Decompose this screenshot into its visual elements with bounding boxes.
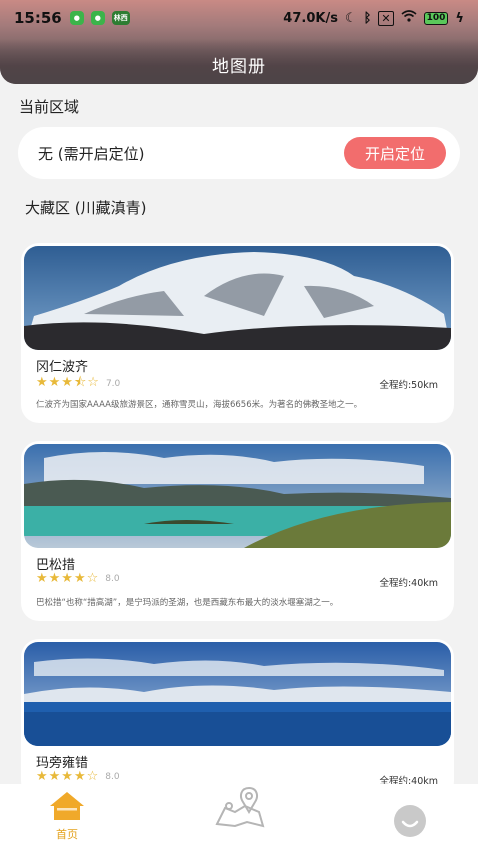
spot-image-mapangyongcuo[interactable] — [24, 642, 451, 746]
status-bar: 15:56 ● ● 林西 47.0K/s ☾ ᛒ ✕ 100 ϟ — [0, 0, 478, 36]
distance-text: 全程约:50km — [379, 380, 438, 391]
charging-icon: ϟ — [455, 10, 464, 26]
smile-face-icon — [394, 805, 426, 837]
sim-icon: ✕ — [378, 10, 394, 26]
spot-image-kailash[interactable] — [24, 246, 451, 350]
stars-icon: ★★★⯪☆ — [36, 375, 100, 390]
location-status-text: 无 (需开启定位) — [38, 144, 145, 163]
location-card: 无 (需开启定位) 开启定位 — [18, 127, 460, 179]
tab-me[interactable] — [393, 804, 427, 838]
spot-description: 巴松措“也称“措高湖”，是宁玛派的圣湖，也是西藏东布最大的淡水堰塞湖之一。 — [36, 598, 339, 608]
spot-image-basongcuo[interactable] — [24, 444, 451, 548]
star-rating: ★★★⯪☆ 7.0 — [36, 373, 120, 395]
network-speed: 47.0K/s — [283, 10, 338, 26]
rating-value: 8.0 — [105, 771, 120, 782]
spot-card[interactable]: 冈仁波齐 ★★★⯪☆ 7.0 全程约:50km 仁波齐为国家AAAA级旅游景区，… — [21, 243, 454, 423]
home-icon — [50, 792, 84, 820]
map-pin-icon — [215, 786, 265, 828]
status-time: 15:56 — [14, 9, 62, 27]
status-right: 47.0K/s ☾ ᛒ ✕ 100 ϟ — [283, 10, 464, 26]
region-heading: 大藏区 (川藏滇青) — [25, 199, 147, 217]
moon-icon: ☾ — [344, 10, 357, 26]
star-rating: ★★★★☆ 8.0 — [36, 769, 120, 784]
current-area-heading: 当前区域 — [19, 98, 80, 116]
star-rating: ★★★★☆ 8.0 — [36, 571, 120, 586]
tab-home-label: 首页 — [56, 828, 78, 841]
app-notification-icon: 林西 — [111, 11, 130, 25]
wifi-icon — [401, 10, 417, 26]
message-notification-icon: ● — [90, 11, 105, 25]
bluetooth-icon: ᛒ — [363, 10, 372, 26]
distance-text: 全程约:40km — [379, 578, 438, 589]
battery-icon: 100 — [423, 11, 449, 25]
rating-value: 7.0 — [105, 379, 121, 389]
stars-icon: ★★★★☆ — [36, 571, 100, 586]
page-title: 地图册 — [212, 57, 266, 77]
spot-card[interactable]: 巴松措 ★★★★☆ 8.0 全程约:40km 巴松措“也称“措高湖”，是宁玛派的… — [21, 441, 454, 621]
spot-description: 仁波齐为国家AAAA级旅游景区，通称雪灵山，海拔6656米。为著名的佛教圣地之一… — [36, 400, 363, 410]
rating-value: 8.0 — [105, 573, 120, 584]
tab-home[interactable]: 首页 — [42, 790, 92, 842]
stars-icon: ★★★★☆ — [36, 769, 100, 784]
tab-map[interactable] — [213, 786, 265, 830]
enable-location-button[interactable]: 开启定位 — [344, 137, 446, 169]
wechat-notification-icon: ● — [69, 11, 84, 25]
